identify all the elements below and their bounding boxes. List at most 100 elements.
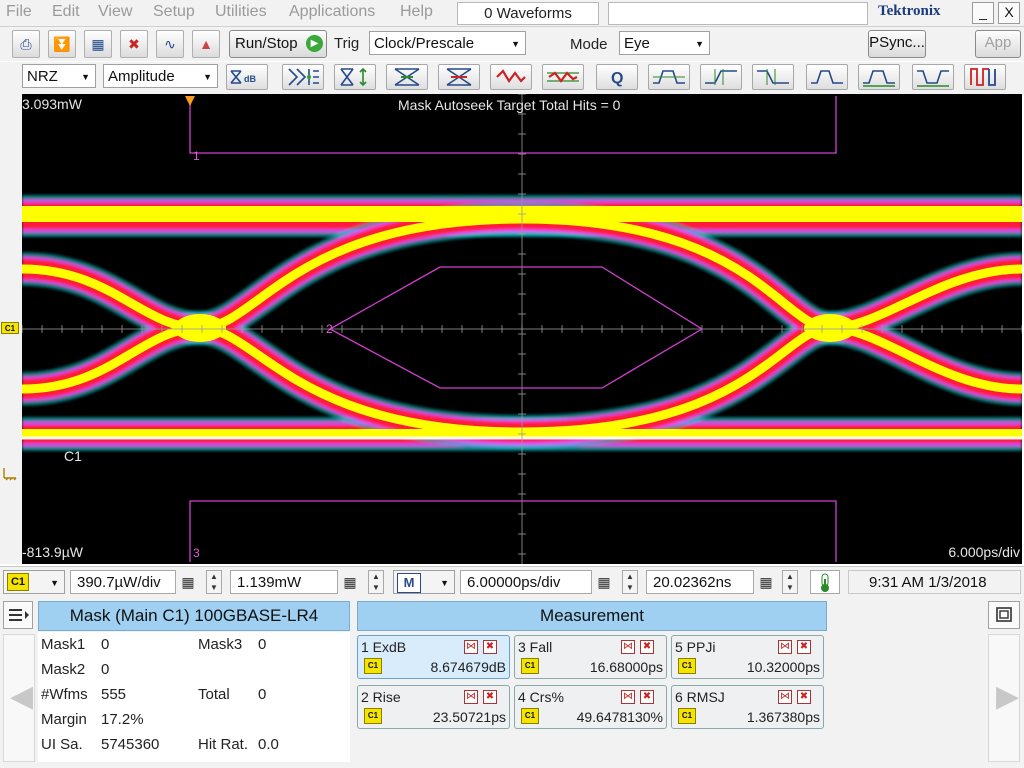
calculator-icon[interactable]: ▦ [756,571,776,593]
mask2-value: 0 [101,661,110,678]
margin-label: Margin [41,711,87,728]
eye-settings-icon[interactable]: ⋈ [464,690,478,704]
app-button[interactable]: App [975,30,1021,58]
delete-measurement-icon[interactable]: ✖ [797,640,811,654]
fall-time-button[interactable] [752,64,794,90]
top-level-label: 3.093mW [22,96,82,112]
measurement-type-select[interactable]: Amplitude ▼ [103,64,218,88]
trig-label: Trig [334,35,360,52]
measurement-card-exdb[interactable]: 1 ExdB ⋈ ✖ C1 8.674679dB [357,635,510,679]
delete-measurement-icon[interactable]: ✖ [640,640,654,654]
calculator-icon[interactable]: ▦ [340,571,360,593]
extinction-ratio-db-button[interactable]: dB [226,64,268,90]
menu-applications[interactable]: Applications [289,3,375,21]
vertical-offset-field[interactable]: 1.139mW [230,570,338,594]
vertical-scale-spinner[interactable]: ▲ ▼ [206,570,222,594]
waveform-count: 0 Waveforms [457,2,599,25]
psync-button[interactable]: PSync... [868,30,926,58]
period-button[interactable] [806,64,848,90]
fall-time-icon [757,69,789,85]
eye-settings-icon[interactable]: ⋈ [621,640,635,654]
minimize-button[interactable]: _ [972,2,994,24]
eye-width-button[interactable] [438,64,480,90]
pattern-view-button[interactable] [964,64,1006,90]
channel-select[interactable]: C1 ▼ [3,570,65,594]
mask-label-2: 2 [326,322,333,336]
channel-label: C1 [64,448,82,464]
measurement-card-rise[interactable]: 2 Rise ⋈ ✖ C1 23.50721ps [357,685,510,729]
thermometer-icon[interactable] [810,570,840,594]
channel-reference-marker[interactable]: C1 [1,322,19,334]
save-icon[interactable]: ⏬ [48,30,76,58]
ui-samples-value: 5745360 [101,736,160,753]
mask-region-3 [189,500,837,562]
delete-measurement-icon[interactable]: ✖ [483,690,497,704]
close-button[interactable]: X [998,2,1020,24]
jitter-button[interactable] [490,64,532,90]
eye-threshold-button[interactable] [282,64,324,90]
hit-ratio-value: 0.0 [258,736,279,753]
q-factor-icon: Q [611,70,623,87]
eraser-icon[interactable]: ▲ [192,30,220,58]
eye-settings-icon[interactable]: ⋈ [621,690,635,704]
source-badge: C1 [521,658,539,674]
delete-measurement-icon[interactable]: ✖ [797,690,811,704]
negative-width-button[interactable] [912,64,954,90]
eye-settings-icon[interactable]: ⋈ [778,690,792,704]
measurement-card-rmsj[interactable]: 6 RMSJ ⋈ ✖ C1 1.367380ps [671,685,824,729]
total-label: Total [198,686,230,703]
calculator-icon[interactable]: ▦ [594,571,614,593]
autoset-icon[interactable]: ∿ [156,30,184,58]
run-stop-button[interactable]: Run/Stop ▶ [229,30,327,58]
source-badge: C1 [364,708,382,724]
menu-file[interactable]: File [6,3,32,21]
math-select[interactable]: M ▼ [393,570,455,594]
menu-help[interactable]: Help [400,3,433,21]
pulse-button[interactable] [648,64,690,90]
mode-select[interactable]: Eye ▼ [619,31,710,55]
menu-view[interactable]: View [98,3,132,21]
horizontal-position-spinner[interactable]: ▲ ▼ [782,570,798,594]
svg-text:dB: dB [244,74,256,84]
eye-crossing-button[interactable] [386,64,428,90]
menu-utilities[interactable]: Utilities [215,3,267,21]
positive-width-button[interactable] [858,64,900,90]
eye-settings-icon[interactable]: ⋈ [464,640,478,654]
setup-grid-icon[interactable]: ▦ [84,30,112,58]
margin-value: 17.2% [101,711,144,728]
horizontal-scale-spinner[interactable]: ▲ ▼ [622,570,638,594]
restore-panel-icon[interactable] [988,601,1020,629]
menu-edit[interactable]: Edit [52,3,80,21]
pattern-select[interactable]: NRZ ▼ [22,64,96,88]
scope-display[interactable]: 3.093mW -813.9µW 6.000ps/div Mask Autose… [22,94,1022,564]
measurement-type-value: Amplitude [108,68,175,85]
rise-time-button[interactable] [700,64,742,90]
horizontal-scale-field[interactable]: 6.00000ps/div [460,570,592,594]
print-icon[interactable]: ⎙ [12,30,40,58]
measurement-card-fall[interactable]: 3 Fall ⋈ ✖ C1 16.68000ps [514,635,667,679]
measurement-name: 1 ExdB [361,639,407,655]
delete-measurement-icon[interactable]: ✖ [483,640,497,654]
chevron-right-icon: ▶ [996,680,1020,713]
q-factor-button[interactable]: Q [596,64,638,90]
jitter-icon [496,69,526,83]
scroll-right-button[interactable]: ▶ [988,634,1020,762]
vertical-offset-spinner[interactable]: ▲ ▼ [368,570,384,594]
scroll-left-button[interactable]: ◀ [3,634,35,762]
calculator-icon[interactable]: ▦ [178,571,198,593]
clear-display-icon[interactable]: ✖ [120,30,148,58]
eye-settings-icon[interactable]: ⋈ [778,640,792,654]
delete-measurement-icon[interactable]: ✖ [640,690,654,704]
noise-button[interactable] [542,64,584,90]
trigger-source-select[interactable]: Clock/Prescale ▼ [369,31,526,55]
measurement-card-crossing[interactable]: 4 Crs% ⋈ ✖ C1 49.6478130% [514,685,667,729]
wfms-value: 555 [101,686,127,703]
tektronix-logo: Tektronix [878,3,941,19]
eye-height-button[interactable] [334,64,376,90]
menu-setup[interactable]: Setup [153,3,195,21]
horizontal-position-field[interactable]: 20.02362ns [646,570,754,594]
measurement-card-ppji[interactable]: 5 PPJi ⋈ ✖ C1 10.32000ps [671,635,824,679]
measurement-value: 10.32000ps [746,659,820,675]
panel-menu-icon[interactable] [3,601,33,629]
vertical-scale-field[interactable]: 390.7µW/div [70,570,176,594]
